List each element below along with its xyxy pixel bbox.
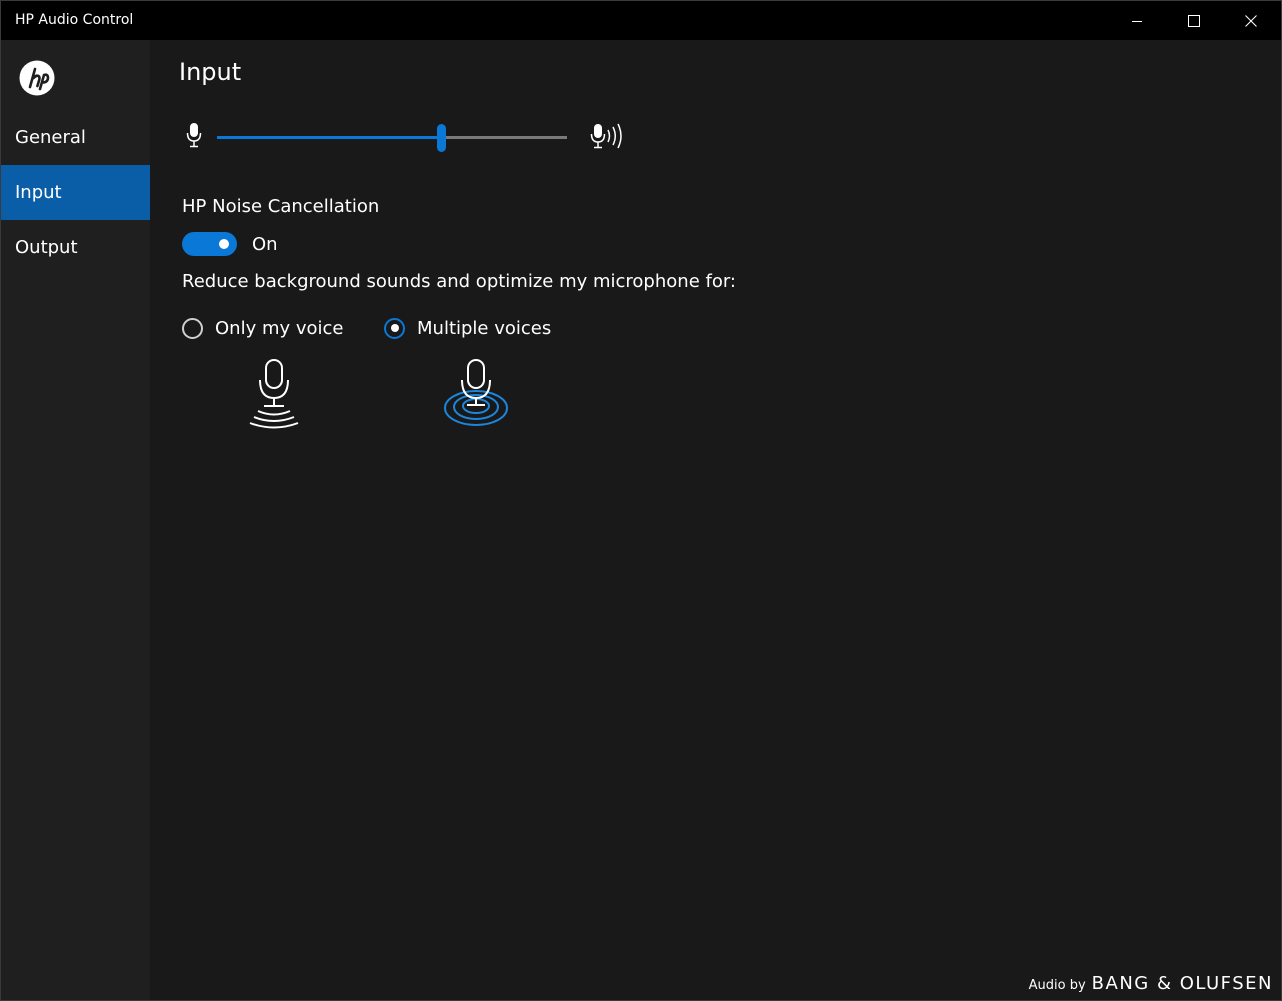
close-button[interactable] <box>1228 1 1274 40</box>
footer-brand: BANG & OLUFSEN <box>1091 973 1273 994</box>
radio-label: Only my voice <box>215 317 344 339</box>
sidebar-item-label: Input <box>15 182 62 203</box>
sidebar: General Input Output <box>1 40 150 1000</box>
radio-circle[interactable] <box>182 317 203 339</box>
sidebar-item-input[interactable]: Input <box>1 165 150 220</box>
microphone-low-icon <box>186 123 202 148</box>
sidebar-item-label: General <box>15 127 86 148</box>
optimize-description: Reduce background sounds and optimize my… <box>182 271 736 292</box>
app-window: HP Audio Control General Input Output In… <box>0 0 1282 1001</box>
minimize-button[interactable] <box>1114 1 1160 40</box>
noise-cancellation-label: HP Noise Cancellation <box>182 196 380 217</box>
footer-branding: Audio by BANG & OLUFSEN <box>1029 973 1273 994</box>
radio-multiple-voices[interactable]: Multiple voices <box>384 315 551 341</box>
maximize-icon <box>1188 14 1200 27</box>
page-title: Input <box>179 58 242 86</box>
radio-circle[interactable] <box>384 317 405 339</box>
close-icon <box>1245 14 1257 27</box>
sidebar-item-output[interactable]: Output <box>1 220 150 275</box>
maximize-button[interactable] <box>1171 1 1217 40</box>
input-volume-slider[interactable] <box>217 124 567 152</box>
microphone-high-icon <box>590 123 622 149</box>
toggle-knob <box>219 239 229 249</box>
app-title: HP Audio Control <box>15 12 134 28</box>
footer-prefix: Audio by <box>1028 978 1086 993</box>
radio-label: Multiple voices <box>417 317 552 339</box>
sidebar-item-label: Output <box>15 237 78 258</box>
mic-single-voice-icon <box>249 359 299 429</box>
slider-fill <box>217 136 441 139</box>
title-bar[interactable]: HP Audio Control <box>1 1 1281 40</box>
toggle-state-label: On <box>252 234 278 255</box>
slider-thumb[interactable] <box>437 124 446 152</box>
main-panel: Input HP Noise Cancellation On Reduce ba… <box>150 40 1281 1000</box>
sidebar-item-general[interactable]: General <box>1 110 150 165</box>
minimize-icon <box>1132 20 1142 22</box>
radio-only-my-voice[interactable]: Only my voice <box>182 315 344 341</box>
hp-logo-icon <box>19 60 55 96</box>
mic-multiple-voices-icon <box>444 359 508 426</box>
noise-cancellation-toggle[interactable] <box>182 232 237 256</box>
